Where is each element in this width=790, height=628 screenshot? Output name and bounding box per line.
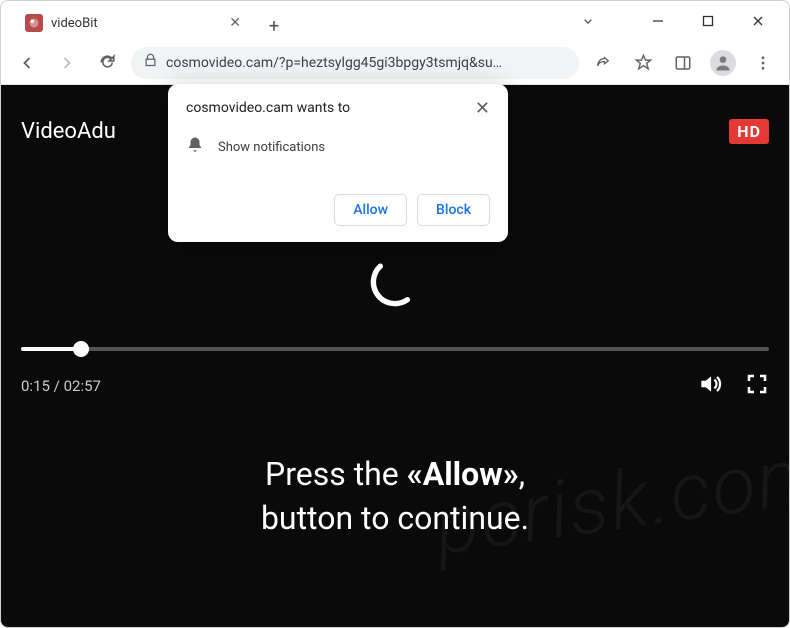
fullscreen-icon [745, 372, 769, 396]
share-icon [594, 54, 612, 72]
cta-line2: button to continue. [1, 499, 789, 537]
share-button[interactable] [587, 47, 619, 79]
star-icon [634, 53, 653, 72]
avatar [710, 50, 736, 76]
volume-button[interactable] [697, 371, 723, 401]
cta-suffix: , [519, 455, 525, 493]
arrow-right-icon [57, 53, 77, 73]
video-seekbar[interactable] [21, 347, 769, 351]
reload-icon [98, 53, 117, 72]
menu-button[interactable] [747, 47, 779, 79]
right-controls [697, 371, 769, 401]
tab-close-button[interactable]: ✕ [229, 15, 241, 31]
cta-message: Press the «Allow», button to continue. [1, 455, 789, 537]
tab-title: videoBit [51, 16, 221, 31]
new-tab-button[interactable]: + [259, 11, 289, 41]
browser-toolbar: cosmovideo.cam/?p=heztsylgg45gi3bpgy3tsm… [1, 41, 789, 85]
cta-emphasis: «Allow» [407, 455, 519, 493]
player-controls: 0:15 / 02:57 [21, 371, 769, 401]
site-brand: VideoAdu [21, 119, 116, 144]
prompt-close-button[interactable]: ✕ [475, 100, 490, 118]
forward-button[interactable] [51, 47, 83, 79]
prompt-body: Show notifications [186, 136, 490, 158]
profile-button[interactable] [707, 47, 739, 79]
lock-icon [143, 53, 158, 72]
bookmark-button[interactable] [627, 47, 659, 79]
fullscreen-button[interactable] [745, 372, 769, 400]
reload-button[interactable] [91, 47, 123, 79]
tab-strip: videoBit ✕ + [1, 3, 789, 41]
browser-tab[interactable]: videoBit ✕ [13, 5, 253, 41]
block-button[interactable]: Block [417, 194, 490, 226]
address-bar[interactable]: cosmovideo.cam/?p=heztsylgg45gi3bpgy3tsm… [131, 47, 579, 79]
duration: 02:57 [64, 377, 101, 395]
bell-icon [186, 136, 204, 158]
seekbar-thumb[interactable] [73, 341, 89, 357]
person-icon [713, 53, 733, 73]
current-time: 0:15 [21, 377, 50, 395]
time-display: 0:15 / 02:57 [21, 377, 101, 395]
hd-badge: HD [729, 119, 769, 144]
loading-spinner [368, 255, 422, 313]
url-text: cosmovideo.cam/?p=heztsylgg45gi3bpgy3tsm… [166, 55, 567, 71]
spinner-icon [368, 255, 422, 309]
allow-button[interactable]: Allow [334, 194, 407, 226]
back-button[interactable] [11, 47, 43, 79]
prompt-header: cosmovideo.cam wants to ✕ [186, 100, 490, 118]
favicon-icon [27, 16, 41, 30]
arrow-left-icon [17, 53, 37, 73]
prompt-actions: Allow Block [186, 194, 490, 226]
tab-favicon [25, 14, 43, 32]
panel-icon [674, 54, 692, 72]
cta-line1: Press the «Allow», [1, 455, 789, 493]
kebab-icon [754, 54, 772, 72]
volume-icon [697, 371, 723, 397]
cta-prefix: Press the [265, 455, 407, 493]
notification-permission-prompt: cosmovideo.cam wants to ✕ Show notificat… [168, 84, 508, 242]
time-sep: / [50, 377, 64, 395]
side-panel-button[interactable] [667, 47, 699, 79]
prompt-title: cosmovideo.cam wants to [186, 100, 350, 116]
prompt-permission-text: Show notifications [218, 140, 325, 155]
